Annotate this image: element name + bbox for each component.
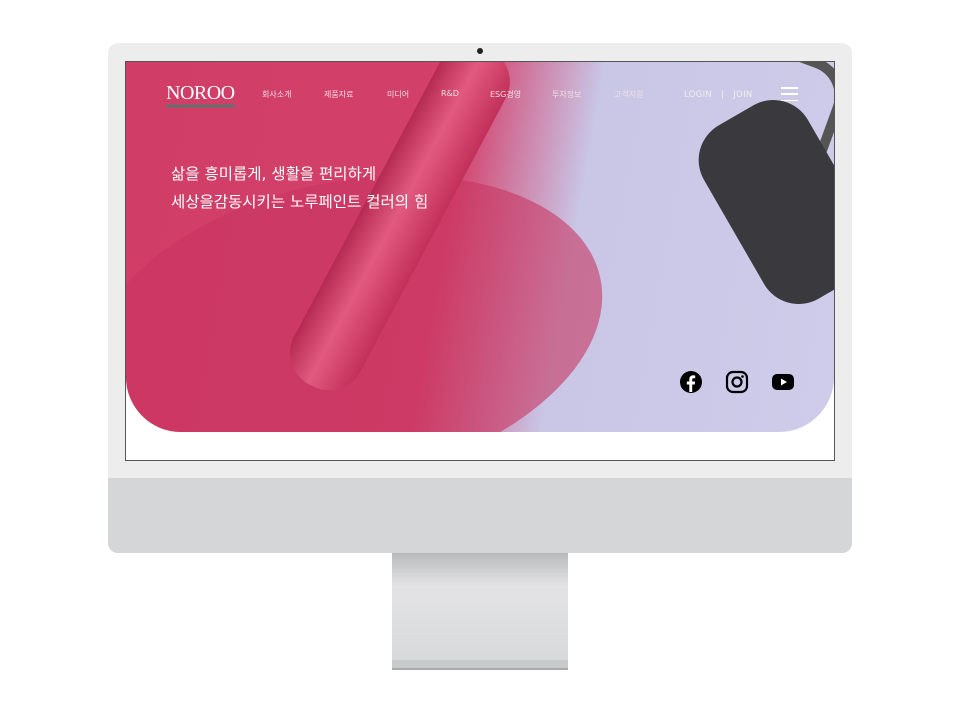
hamburger-menu-icon[interactable] [781,87,798,101]
instagram-icon[interactable] [725,370,749,394]
monitor-chin [108,478,852,553]
nav-rnd[interactable]: R&D [441,89,459,98]
login-link[interactable]: LOGIN [684,90,712,100]
hero-line-1: 삶을 흥미롭게, 생활을 편리하게 [171,165,377,183]
screen: NOROO 회사소개 제품자료 미디어 R&D ESG경영 투자정보 고객지원 … [125,61,835,461]
auth-separator: | [721,90,725,100]
camera [477,48,483,54]
nav-company[interactable]: 회사소개 [262,89,291,100]
logo[interactable]: NOROO [166,82,235,107]
auth-links: LOGIN | JOIN [684,90,753,100]
hero-headline: 삶을 흥미롭게, 생활을 편리하게 세상을감동시키는 노루페인트 컬러의 힘 [171,160,428,216]
hero-line-2: 세상을감동시키는 노루페인트 컬러의 힘 [171,193,429,211]
nav-media[interactable]: 미디어 [387,89,409,100]
nav-investor[interactable]: 투자정보 [552,89,581,100]
join-link[interactable]: JOIN [733,90,752,100]
hero-banner: NOROO 회사소개 제품자료 미디어 R&D ESG경영 투자정보 고객지원 … [126,62,834,432]
nav-esg[interactable]: ESG경영 [490,89,521,100]
youtube-icon[interactable] [771,370,795,394]
monitor-stand [392,553,568,663]
nav-support[interactable]: 고객지원 [614,89,643,100]
nav-products[interactable]: 제품자료 [324,89,353,100]
monitor-stand-base [392,660,568,670]
facebook-icon[interactable] [679,370,703,394]
